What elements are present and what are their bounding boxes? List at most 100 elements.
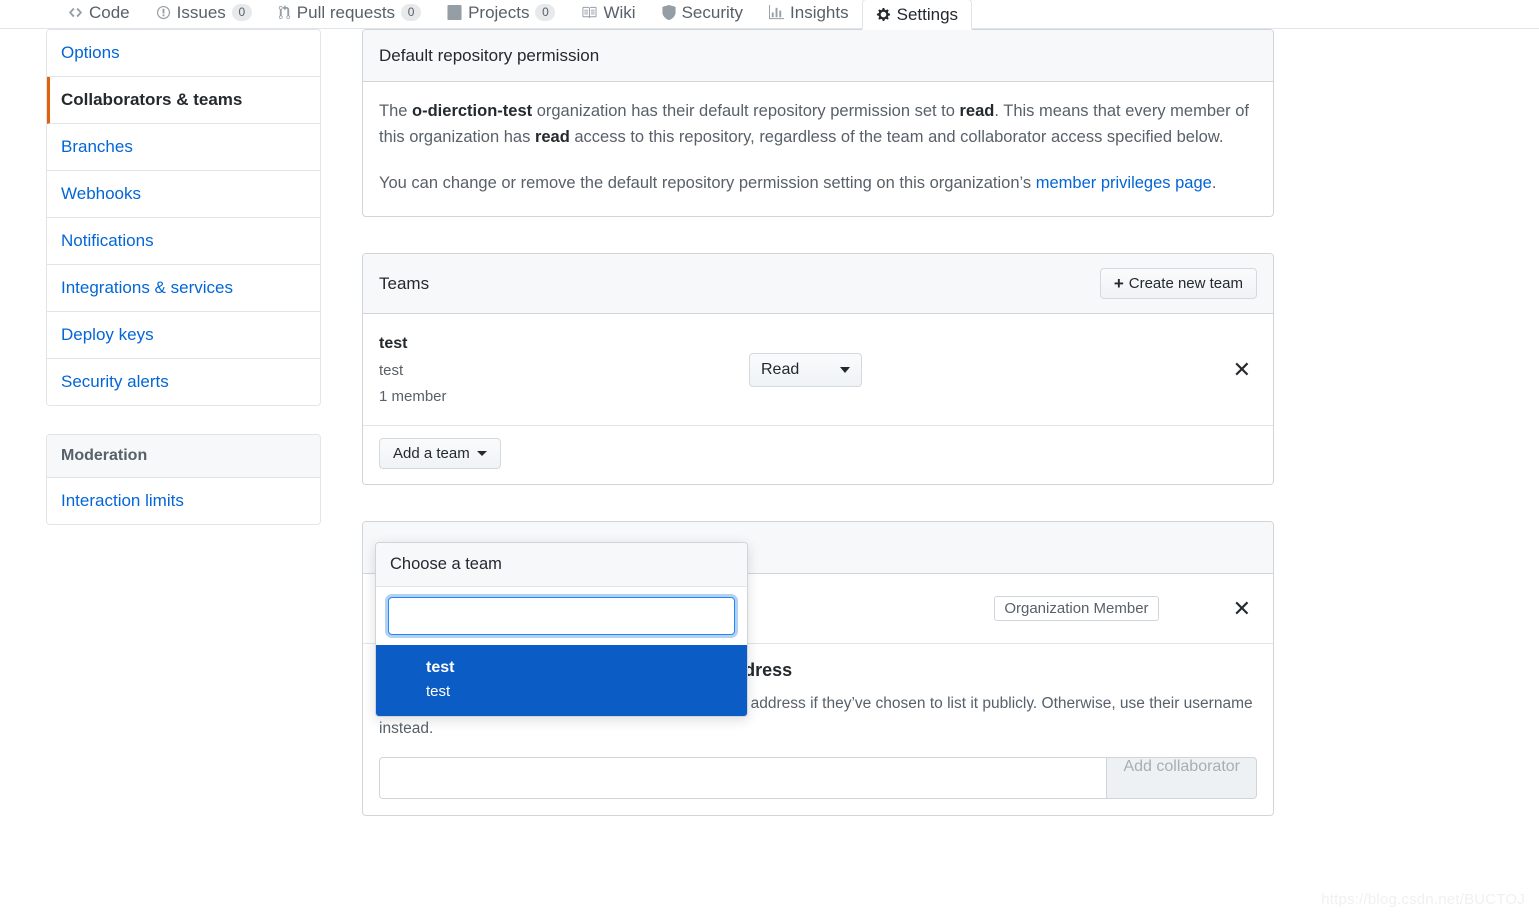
teams-footer: Add a team [363,426,1273,484]
sidebar-item-label: Options [61,43,120,62]
add-a-team-button[interactable]: Add a team [379,438,501,469]
close-icon: ✕ [1232,595,1251,621]
page-title: Default repository permission [379,45,600,65]
default-permission-panel: Default repository permission The o-dier… [362,29,1274,217]
sidebar-item-notifications[interactable]: Notifications [47,218,320,265]
settings-menu: Options Collaborators & teams Branches W… [46,29,321,406]
sidebar-item-label: Security alerts [61,372,169,391]
nav-tab-security[interactable]: Security [649,0,756,27]
close-icon: ✕ [1232,356,1251,382]
sidebar-item-collaborators-teams[interactable]: Collaborators & teams [47,77,320,124]
team-row: test test 1 member Read ✕ [363,314,1273,426]
watermark: https://blog.csdn.net/BUCTOJ [1321,891,1525,908]
sidebar-item-label: Deploy keys [61,325,154,344]
add-collaborator-button[interactable]: Add collaborator [1106,757,1257,799]
default-permission-body: The o-dierction-test organization has th… [363,82,1273,216]
nav-tab-code-label: Code [89,2,130,22]
sidebar-item-label: Integrations & services [61,278,233,297]
team-chooser-option-name: test [426,659,455,676]
teams-title: Teams [379,273,430,293]
nav-tab-security-label: Security [681,2,744,22]
team-meta: test test 1 member [379,335,749,405]
moderation-menu: Moderation Interaction limits [46,434,321,525]
sidebar-item-deploy-keys[interactable]: Deploy keys [47,312,320,359]
team-chooser-option-description: test [426,683,451,700]
sidebar-item-branches[interactable]: Branches [47,124,320,171]
teams-header: Teams + Create new team [363,254,1273,314]
sidebar-item-label: Interaction limits [61,491,184,510]
nav-tab-projects-label: Projects [468,2,530,22]
text-fragment: The [379,102,413,120]
text-fragment: You can change or remove the default rep… [379,174,1036,192]
permission-value: read [534,128,570,146]
code-icon [68,5,83,20]
default-permission-paragraph-1: The o-dierction-test organization has th… [379,98,1257,150]
org-name: o-dierction-test [412,102,533,120]
project-icon [447,5,462,20]
book-icon [581,5,597,20]
nav-tab-settings[interactable]: Settings [861,0,973,30]
member-privileges-link[interactable]: member privileges page [1036,174,1212,192]
repo-nav: Code Issues 0 Pull requests 0 Projects 0… [0,0,1539,30]
chevron-down-icon [840,366,850,373]
sidebar-item-security-alerts[interactable]: Security alerts [47,359,320,405]
chevron-down-icon [476,451,487,456]
nav-tab-projects[interactable]: Projects 0 [434,0,568,27]
sidebar-item-options[interactable]: Options [47,30,320,77]
nav-tab-wiki[interactable]: Wiki [568,0,648,27]
nav-tab-pull-requests[interactable]: Pull requests 0 [265,0,434,27]
status-badge: Organization Member [994,596,1159,621]
permission-value: read [959,102,995,120]
text-fragment: access to this repository, regardless of… [569,128,1224,146]
sidebar-item-label: Collaborators & teams [61,90,243,109]
plus-icon: + [1113,274,1124,293]
shield-icon [662,5,676,20]
nav-tab-issues-count: 0 [231,4,252,21]
sidebar-item-label: Branches [61,137,133,156]
team-chooser-option[interactable]: test test [376,645,747,716]
settings-main: Default repository permission The o-dier… [362,29,1274,852]
team-permission-value: Read [761,360,800,378]
graph-icon [769,5,785,20]
team-chooser-header: Choose a team [376,543,747,587]
nav-tab-pull-requests-label: Pull requests [296,2,396,22]
add-a-team-label: Add a team [393,445,470,462]
team-description: test [379,361,404,379]
teams-panel: Teams + Create new team test test 1 memb… [362,253,1274,485]
team-chooser-dropdown: Choose a team test test [375,542,748,717]
sidebar-item-integrations-services[interactable]: Integrations & services [47,265,320,312]
nav-tab-code[interactable]: Code [55,0,143,27]
create-new-team-label: Create new team [1128,275,1243,292]
git-pull-request-icon [278,5,291,20]
create-new-team-button[interactable]: + Create new team [1099,268,1257,299]
nav-tab-issues-label: Issues [176,2,226,22]
team-permission-select[interactable]: Read [749,352,862,387]
nav-tab-issues[interactable]: Issues 0 [143,0,265,27]
moderation-heading: Moderation [47,435,320,478]
nav-tab-pull-requests-count: 0 [401,4,422,21]
team-chooser-filter-wrap [376,587,747,645]
default-permission-header: Default repository permission [363,30,1273,82]
nav-tab-insights[interactable]: Insights [756,0,862,27]
settings-sidebar: Options Collaborators & teams Branches W… [46,29,321,525]
nav-tab-settings-label: Settings [896,4,959,24]
team-name: test [379,334,408,352]
team-member-count: 1 member [379,387,447,405]
issue-opened-icon [156,5,171,20]
gear-icon [876,7,891,22]
text-fragment: organization has their default repositor… [532,102,960,120]
sidebar-item-webhooks[interactable]: Webhooks [47,171,320,218]
remove-collaborator-button[interactable]: ✕ [1227,595,1257,621]
collaborator-search-group: Add collaborator [379,757,1257,799]
default-permission-paragraph-2: You can change or remove the default rep… [379,170,1257,196]
text-fragment: . [1211,174,1217,192]
nav-tab-wiki-label: Wiki [603,2,636,22]
nav-tab-projects-count: 0 [535,4,556,21]
remove-team-button[interactable]: ✕ [1227,356,1257,382]
collaborator-search-input[interactable] [379,757,1107,799]
team-chooser-filter-input[interactable] [388,597,735,635]
sidebar-item-label: Notifications [61,231,154,250]
sidebar-item-interaction-limits[interactable]: Interaction limits [47,478,320,524]
nav-tab-insights-label: Insights [790,2,849,22]
sidebar-item-label: Webhooks [61,184,142,203]
